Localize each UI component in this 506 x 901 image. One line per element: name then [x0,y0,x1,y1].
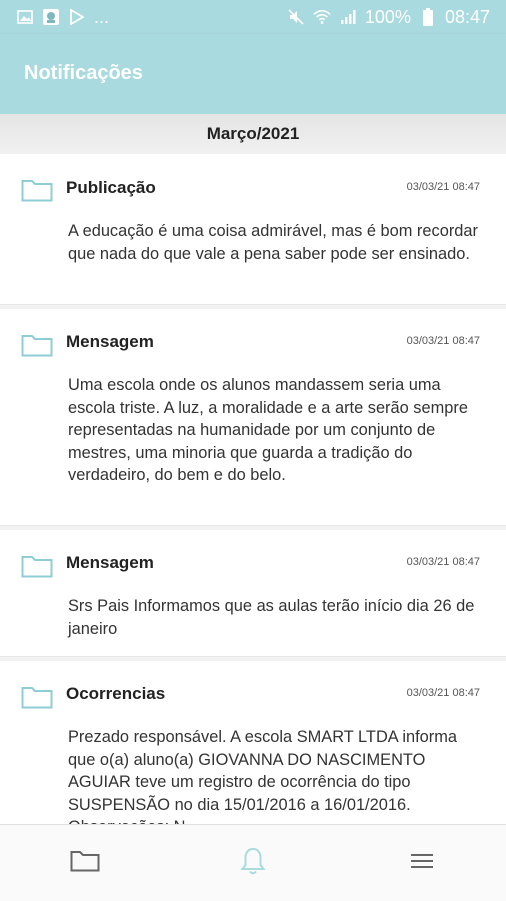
battery-percent: 100% [364,6,411,27]
nav-folder-button[interactable] [61,841,109,885]
notification-timestamp: 03/03/21 08:47 [406,335,480,347]
play-store-notification-icon [68,8,86,26]
notification-title: Ocorrencias [66,684,166,703]
notification-card[interactable]: Mensagem 03/03/21 08:47 Srs Pais Informa… [0,530,506,657]
notification-message: Prezado responsável. A escola SMART LTDA… [68,728,458,824]
signal-icon [339,8,357,26]
more-notifications-text: ... [94,6,110,27]
folder-icon [21,178,53,207]
nav-menu-button[interactable] [398,841,446,885]
notification-timestamp: 03/03/21 08:47 [406,687,480,699]
folder-icon [70,850,100,877]
notification-title: Mensagem [66,332,154,351]
month-section-header: Março/2021 [0,114,506,154]
notification-message: A educação é uma coisa admirável, mas é … [68,222,478,263]
notification-card[interactable]: Mensagem 03/03/21 08:47 Uma escola onde … [0,309,506,526]
page-title: Notificações [24,62,143,84]
notification-timestamp: 03/03/21 08:47 [406,556,480,568]
bell-icon [240,846,266,881]
menu-icon [410,852,434,875]
notification-card[interactable]: Ocorrencias 03/03/21 08:47 Prezado respo… [0,661,506,824]
notification-timestamp: 03/03/21 08:47 [406,181,480,193]
gallery-notification-icon [16,8,34,26]
folder-icon [21,554,53,583]
notification-message: Uma escola onde os alunos mandassem seri… [68,376,468,485]
notification-title: Publicação [66,178,156,197]
nav-notifications-button[interactable] [229,841,277,885]
clock: 08:47 [444,6,490,27]
notification-list[interactable]: Publicação 03/03/21 08:47 A educação é u… [0,154,506,824]
notification-card[interactable]: Publicação 03/03/21 08:47 A educação é u… [0,154,506,305]
app-bar: Notificações [0,34,506,114]
folder-icon [21,685,53,714]
folder-icon [21,333,53,362]
status-bar: ... 100% 08:47 [0,0,506,34]
wifi-icon [313,8,331,26]
battery-icon [419,8,437,26]
bottom-navigation [0,824,506,901]
notification-title: Mensagem [66,553,154,572]
mute-icon [287,8,305,26]
notification-message: Srs Pais Informamos que as aulas terão i… [68,597,475,638]
app-notification-icon [42,8,60,26]
